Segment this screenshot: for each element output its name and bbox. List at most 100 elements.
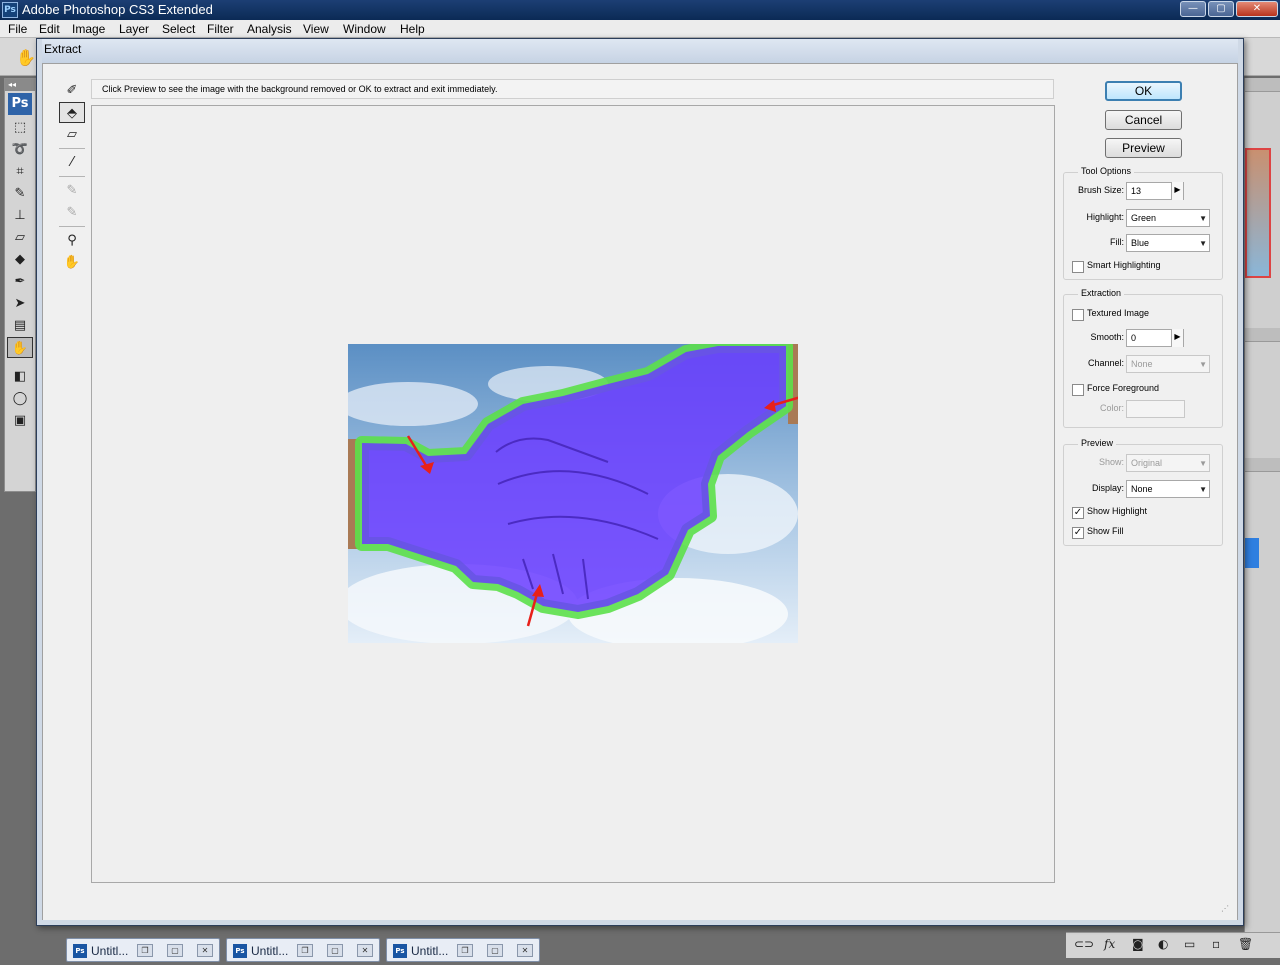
show-fill-checkbox[interactable]: ✓ [1072, 527, 1084, 539]
textured-image-checkbox[interactable] [1072, 309, 1084, 321]
cleanup-icon[interactable]: ✎ [59, 180, 85, 201]
preview-button[interactable]: Preview [1105, 138, 1182, 158]
menu-layer[interactable]: Layer [119, 22, 149, 36]
minimize-button[interactable]: — [1180, 1, 1206, 17]
window-controls: — ▢ ✕ [1180, 1, 1278, 17]
smooth-field[interactable]: 0 ▶ [1126, 329, 1184, 347]
show-highlight-checkbox[interactable]: ✓ [1072, 507, 1084, 519]
minimized-doc[interactable]: Ps Untitl... ❐ ▢ ✕ [226, 938, 380, 962]
menu-filter[interactable]: Filter [207, 22, 234, 36]
extract-dialog: Extract ✐ ⬘ ▱ ⁄ ✎ ✎ ⚲ ✋ Click Preview to… [36, 38, 1244, 926]
color-swatch-icon[interactable]: ◧ [7, 366, 33, 387]
preview-canvas[interactable] [91, 105, 1055, 883]
group-title: Preview [1078, 438, 1117, 448]
dialog-titlebar[interactable]: Extract [37, 39, 1243, 63]
menu-edit[interactable]: Edit [39, 22, 60, 36]
maximize-icon[interactable]: ▢ [327, 944, 343, 957]
menu-analysis[interactable]: Analysis [247, 22, 292, 36]
close-button[interactable]: ✕ [1236, 1, 1278, 17]
hand-icon[interactable]: ✋ [59, 252, 85, 273]
spin-arrow-icon[interactable]: ▶ [1171, 182, 1183, 200]
display-label: Display: [1091, 483, 1124, 493]
menu-select[interactable]: Select [162, 22, 195, 36]
resize-grip-icon[interactable]: ⋰ [1221, 904, 1231, 914]
minimized-doc[interactable]: Ps Untitl... ❐ ▢ ✕ [66, 938, 220, 962]
channel-select[interactable]: None ▼ [1126, 355, 1210, 373]
notes-tool-icon[interactable]: ▤ [7, 315, 33, 336]
hand-tool-icon[interactable]: ✋ [7, 337, 33, 358]
hand-tool-option-icon[interactable]: ✋ [16, 48, 36, 67]
preview-group: Preview Show: Original ▼ Display: None ▼… [1063, 438, 1223, 546]
layer-selection[interactable] [1245, 538, 1259, 568]
lasso-tool-icon[interactable]: ➰ [7, 139, 33, 160]
blur-tool-icon[interactable]: ◆ [7, 249, 33, 270]
trash-icon[interactable]: 🗑 [1238, 937, 1253, 951]
smooth-label: Smooth: [1090, 332, 1124, 342]
close-icon[interactable]: ✕ [517, 944, 533, 957]
preview-image[interactable] [348, 344, 798, 643]
adjustment-layer-icon[interactable]: ◐ [1158, 937, 1168, 951]
minimized-doc[interactable]: Ps Untitl... ❐ ▢ ✕ [386, 938, 540, 962]
fill-icon[interactable]: ⬘ [59, 102, 85, 123]
healing-tool-icon[interactable]: ✎ [7, 183, 33, 204]
pen-tool-icon[interactable]: ✒ [7, 271, 33, 292]
fill-select[interactable]: Blue ▼ [1126, 234, 1210, 252]
app-title: Adobe Photoshop CS3 Extended [22, 2, 213, 17]
edge-touchup-icon[interactable]: ✎ [59, 202, 85, 223]
link-layers-icon[interactable]: ⊂⊃ [1074, 937, 1094, 951]
doc-name: Untitl... [91, 944, 129, 958]
eraser-tool-icon[interactable]: ▱ [7, 227, 33, 248]
instructions-text: Click Preview to see the image with the … [91, 79, 1054, 99]
ps-app-icon[interactable]: Ps [2, 2, 18, 18]
quick-mask-icon[interactable]: ◯ [7, 388, 33, 409]
menu-view[interactable]: View [303, 22, 329, 36]
new-group-icon[interactable]: ▭ [1184, 937, 1195, 951]
ps-doc-icon: Ps [233, 944, 247, 958]
eraser-icon[interactable]: ▱ [59, 124, 85, 145]
restore-icon[interactable]: ❐ [297, 944, 313, 957]
toolbox-header[interactable]: ◂◂ [5, 79, 35, 91]
menu-file[interactable]: File [8, 22, 27, 36]
layer-style-icon[interactable]: fx [1104, 937, 1115, 951]
menu-help[interactable]: Help [400, 22, 425, 36]
tool-options-group: Tool Options Brush Size: 13 ▶ Highlight:… [1063, 166, 1223, 280]
stamp-tool-icon[interactable]: ⊥ [7, 205, 33, 226]
close-icon[interactable]: ✕ [357, 944, 373, 957]
force-foreground-checkbox[interactable] [1072, 384, 1084, 396]
menu-image[interactable]: Image [72, 22, 105, 36]
zoom-icon[interactable]: ⚲ [59, 230, 85, 251]
maximize-icon[interactable]: ▢ [167, 944, 183, 957]
color-swatch[interactable] [1126, 400, 1185, 418]
close-icon[interactable]: ✕ [197, 944, 213, 957]
menu-window[interactable]: Window [343, 22, 386, 36]
restore-icon[interactable]: ❐ [137, 944, 153, 957]
eyedropper-icon[interactable]: ⁄ [59, 152, 85, 173]
color-label: Color: [1099, 403, 1124, 413]
document-taskbar: Ps Untitl... ❐ ▢ ✕ Ps Untitl... ❐ ▢ ✕ Ps… [0, 936, 560, 965]
marquee-tool-icon[interactable]: ⬚ [7, 117, 33, 138]
brush-size-field[interactable]: 13 ▶ [1126, 182, 1184, 200]
show-select[interactable]: Original ▼ [1126, 454, 1210, 472]
edge-highlighter-icon[interactable]: ✐ [59, 80, 85, 101]
path-select-tool-icon[interactable]: ➤ [7, 293, 33, 314]
smart-highlighting-checkbox[interactable] [1072, 261, 1084, 273]
cancel-button[interactable]: Cancel [1105, 110, 1182, 130]
maximize-button[interactable]: ▢ [1208, 1, 1234, 17]
maximize-icon[interactable]: ▢ [487, 944, 503, 957]
extraction-group: Extraction Textured Image Smooth: 0 ▶ Ch… [1063, 288, 1223, 428]
panel-header[interactable] [1245, 78, 1280, 92]
restore-icon[interactable]: ❐ [457, 944, 473, 957]
crop-tool-icon[interactable]: ⌗ [7, 161, 33, 182]
app-titlebar: Ps Adobe Photoshop CS3 Extended — ▢ ✕ [0, 0, 1280, 20]
layer-mask-icon[interactable]: ◙ [1132, 937, 1144, 951]
dropdown-arrow-icon: ▼ [1199, 239, 1207, 248]
fill-label: Fill: [1110, 237, 1124, 247]
panel-header[interactable] [1245, 328, 1280, 342]
screen-mode-icon[interactable]: ▣ [7, 410, 33, 431]
new-layer-icon[interactable]: ▫ [1212, 937, 1220, 951]
ok-button[interactable]: OK [1105, 81, 1182, 101]
display-select[interactable]: None ▼ [1126, 480, 1210, 498]
highlight-select[interactable]: Green ▼ [1126, 209, 1210, 227]
spin-arrow-icon[interactable]: ▶ [1171, 329, 1183, 347]
panel-header[interactable] [1245, 458, 1280, 472]
